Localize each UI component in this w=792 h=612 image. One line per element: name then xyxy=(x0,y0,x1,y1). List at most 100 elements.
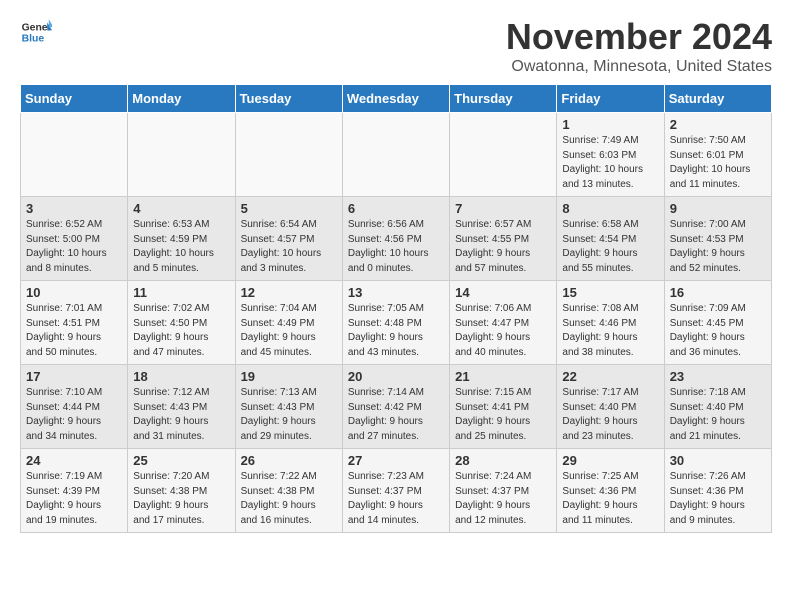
day-info: Sunrise: 7:24 AM Sunset: 4:37 PM Dayligh… xyxy=(455,471,531,526)
day-number: 16 xyxy=(670,285,766,300)
day-number: 4 xyxy=(133,201,229,216)
calendar-cell: 29 Sunrise: 7:25 AM Sunset: 4:36 PM Dayli… xyxy=(557,449,664,533)
day-info: Sunrise: 7:00 AM Sunset: 4:53 PM Dayligh… xyxy=(670,219,746,274)
calendar-cell: 14 Sunrise: 7:06 AM Sunset: 4:47 PM Dayli… xyxy=(450,281,557,365)
day-info: Sunrise: 7:23 AM Sunset: 4:37 PM Dayligh… xyxy=(348,471,424,526)
calendar-cell: 5 Sunrise: 6:54 AM Sunset: 4:57 PM Daylig… xyxy=(235,197,342,281)
calendar-table: SundayMondayTuesdayWednesdayThursdayFrid… xyxy=(20,84,772,533)
calendar-cell: 13 Sunrise: 7:05 AM Sunset: 4:48 PM Dayli… xyxy=(342,281,449,365)
calendar-cell: 10 Sunrise: 7:01 AM Sunset: 4:51 PM Dayli… xyxy=(21,281,128,365)
day-info: Sunrise: 7:13 AM Sunset: 4:43 PM Dayligh… xyxy=(241,387,317,442)
calendar-cell: 12Sunrise: 7:04 AM Sunset: 4:49 PM Dayli… xyxy=(235,281,342,365)
calendar-cell: 3 Sunrise: 6:52 AM Sunset: 5:00 PM Daylig… xyxy=(21,197,128,281)
calendar-cell: 4Sunrise: 6:53 AM Sunset: 4:59 PM Daylig… xyxy=(128,197,235,281)
calendar-cell: 28 Sunrise: 7:24 AM Sunset: 4:37 PM Dayli… xyxy=(450,449,557,533)
day-info: Sunrise: 6:56 AM Sunset: 4:56 PM Dayligh… xyxy=(348,219,429,274)
calendar-cell: 16 Sunrise: 7:09 AM Sunset: 4:45 PM Dayli… xyxy=(664,281,771,365)
day-number: 11 xyxy=(133,285,229,300)
day-number: 6 xyxy=(348,201,444,216)
calendar-cell: 19 Sunrise: 7:13 AM Sunset: 4:43 PM Dayli… xyxy=(235,365,342,449)
calendar-cell: 11 Sunrise: 7:02 AM Sunset: 4:50 PM Dayli… xyxy=(128,281,235,365)
day-info: Sunrise: 6:54 AM Sunset: 4:57 PM Dayligh… xyxy=(241,219,322,274)
logo: General Blue xyxy=(20,16,52,48)
day-number: 30 xyxy=(670,453,766,468)
day-number: 24 xyxy=(26,453,122,468)
weekday-header-thursday: Thursday xyxy=(450,85,557,113)
weekday-header-monday: Monday xyxy=(128,85,235,113)
day-info: Sunrise: 7:15 AM Sunset: 4:41 PM Dayligh… xyxy=(455,387,531,442)
day-info: Sunrise: 7:20 AM Sunset: 4:38 PM Dayligh… xyxy=(133,471,209,526)
calendar-cell: 17 Sunrise: 7:10 AM Sunset: 4:44 PM Dayli… xyxy=(21,365,128,449)
day-number: 23 xyxy=(670,369,766,384)
day-number: 29 xyxy=(562,453,658,468)
week-row-4: 24 Sunrise: 7:19 AM Sunset: 4:39 PM Dayli… xyxy=(21,449,772,533)
day-info: Sunrise: 7:01 AM Sunset: 4:51 PM Dayligh… xyxy=(26,303,102,358)
day-number: 9 xyxy=(670,201,766,216)
title-area: November 2024 Owatonna, Minnesota, Unite… xyxy=(506,16,772,76)
calendar-cell: 22 Sunrise: 7:17 AM Sunset: 4:40 PM Dayli… xyxy=(557,365,664,449)
day-info: Sunrise: 7:25 AM Sunset: 4:36 PM Dayligh… xyxy=(562,471,638,526)
calendar-cell: 23 Sunrise: 7:18 AM Sunset: 4:40 PM Dayli… xyxy=(664,365,771,449)
day-number: 14 xyxy=(455,285,551,300)
day-info: Sunrise: 7:09 AM Sunset: 4:45 PM Dayligh… xyxy=(670,303,746,358)
day-number: 19 xyxy=(241,369,337,384)
calendar-cell: 26Sunrise: 7:22 AM Sunset: 4:38 PM Dayli… xyxy=(235,449,342,533)
weekday-header-row: SundayMondayTuesdayWednesdayThursdayFrid… xyxy=(21,85,772,113)
day-number: 13 xyxy=(348,285,444,300)
weekday-header-wednesday: Wednesday xyxy=(342,85,449,113)
calendar-cell: 8 Sunrise: 6:58 AM Sunset: 4:54 PM Daylig… xyxy=(557,197,664,281)
day-number: 21 xyxy=(455,369,551,384)
day-number: 28 xyxy=(455,453,551,468)
calendar-cell: 2Sunrise: 7:50 AM Sunset: 6:01 PM Daylig… xyxy=(664,113,771,197)
weekday-header-saturday: Saturday xyxy=(664,85,771,113)
day-info: Sunrise: 6:52 AM Sunset: 5:00 PM Dayligh… xyxy=(26,219,107,274)
calendar-cell: 6 Sunrise: 6:56 AM Sunset: 4:56 PM Daylig… xyxy=(342,197,449,281)
day-info: Sunrise: 7:05 AM Sunset: 4:48 PM Dayligh… xyxy=(348,303,424,358)
day-number: 20 xyxy=(348,369,444,384)
svg-text:Blue: Blue xyxy=(22,34,45,45)
day-number: 8 xyxy=(562,201,658,216)
calendar-cell xyxy=(342,113,449,197)
day-info: Sunrise: 7:26 AM Sunset: 4:36 PM Dayligh… xyxy=(670,471,746,526)
day-info: Sunrise: 6:57 AM Sunset: 4:55 PM Dayligh… xyxy=(455,219,531,274)
day-number: 10 xyxy=(26,285,122,300)
day-info: Sunrise: 7:17 AM Sunset: 4:40 PM Dayligh… xyxy=(562,387,638,442)
day-info: Sunrise: 6:58 AM Sunset: 4:54 PM Dayligh… xyxy=(562,219,638,274)
weekday-header-tuesday: Tuesday xyxy=(235,85,342,113)
calendar-cell: 20 Sunrise: 7:14 AM Sunset: 4:42 PM Dayli… xyxy=(342,365,449,449)
calendar-cell: 15 Sunrise: 7:08 AM Sunset: 4:46 PM Dayli… xyxy=(557,281,664,365)
calendar-cell: 21 Sunrise: 7:15 AM Sunset: 4:41 PM Dayli… xyxy=(450,365,557,449)
calendar-cell xyxy=(21,113,128,197)
day-number: 12 xyxy=(241,285,337,300)
day-number: 25 xyxy=(133,453,229,468)
location-title: Owatonna, Minnesota, United States xyxy=(506,58,772,76)
day-number: 1 xyxy=(562,117,658,132)
day-info: Sunrise: 7:02 AM Sunset: 4:50 PM Dayligh… xyxy=(133,303,209,358)
weekday-header-sunday: Sunday xyxy=(21,85,128,113)
calendar-cell xyxy=(128,113,235,197)
week-row-0: 1 Sunrise: 7:49 AM Sunset: 6:03 PM Daylig… xyxy=(21,113,772,197)
page-header: General Blue November 2024 Owatonna, Min… xyxy=(20,16,772,76)
day-info: Sunrise: 7:14 AM Sunset: 4:42 PM Dayligh… xyxy=(348,387,424,442)
day-info: Sunrise: 7:49 AM Sunset: 6:03 PM Dayligh… xyxy=(562,135,643,190)
day-number: 15 xyxy=(562,285,658,300)
day-info: Sunrise: 7:10 AM Sunset: 4:44 PM Dayligh… xyxy=(26,387,102,442)
day-number: 17 xyxy=(26,369,122,384)
day-info: Sunrise: 7:50 AM Sunset: 6:01 PM Dayligh… xyxy=(670,135,751,190)
calendar-cell xyxy=(235,113,342,197)
day-number: 26 xyxy=(241,453,337,468)
day-number: 5 xyxy=(241,201,337,216)
day-number: 3 xyxy=(26,201,122,216)
calendar-cell xyxy=(450,113,557,197)
day-info: Sunrise: 7:12 AM Sunset: 4:43 PM Dayligh… xyxy=(133,387,209,442)
day-info: Sunrise: 7:08 AM Sunset: 4:46 PM Dayligh… xyxy=(562,303,638,358)
day-number: 18 xyxy=(133,369,229,384)
day-info: Sunrise: 7:06 AM Sunset: 4:47 PM Dayligh… xyxy=(455,303,531,358)
day-number: 7 xyxy=(455,201,551,216)
logo-icon: General Blue xyxy=(20,16,52,48)
week-row-1: 3 Sunrise: 6:52 AM Sunset: 5:00 PM Daylig… xyxy=(21,197,772,281)
day-number: 27 xyxy=(348,453,444,468)
day-info: Sunrise: 7:19 AM Sunset: 4:39 PM Dayligh… xyxy=(26,471,102,526)
day-info: Sunrise: 7:18 AM Sunset: 4:40 PM Dayligh… xyxy=(670,387,746,442)
day-number: 22 xyxy=(562,369,658,384)
